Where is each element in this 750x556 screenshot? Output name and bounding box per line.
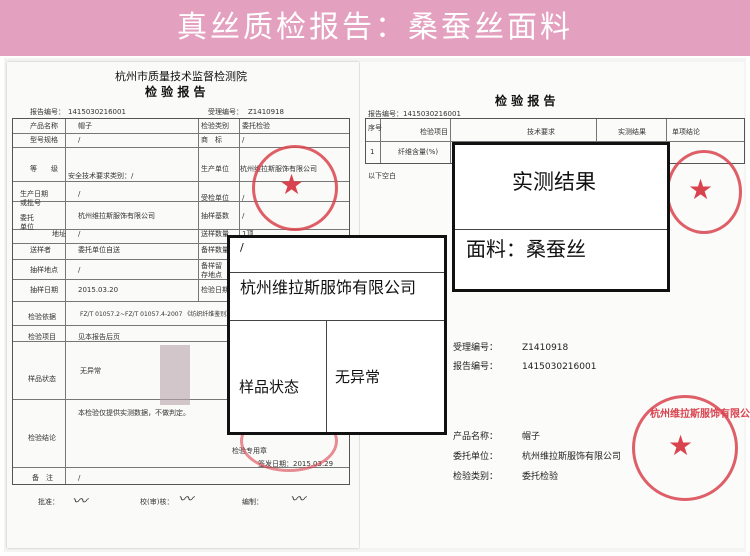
items-value: 见本报告后页 bbox=[78, 333, 120, 341]
seal-text: 杭州维拉斯服饰有限公司 bbox=[650, 409, 750, 420]
accept-value-right: Z1410918 bbox=[522, 343, 569, 353]
approve-label: 批准： bbox=[38, 498, 59, 506]
row-value-client: 杭州维拉斯服饰有限公司 bbox=[78, 212, 155, 220]
row-label-sampling-place: 抽样地点 bbox=[30, 266, 58, 274]
accept-no-label: 受理编号： bbox=[208, 108, 243, 116]
category-value: 委托检验 bbox=[522, 472, 559, 482]
callout-fabric: 面料：桑蚕丝 bbox=[466, 237, 586, 261]
report-no-value: 1415030216001 bbox=[68, 108, 126, 116]
report-value-right: 1415030216001 bbox=[522, 362, 597, 372]
fabric-sample-swatch bbox=[160, 345, 190, 405]
col-item: 检验项目 bbox=[420, 128, 448, 136]
row-value-address: / bbox=[78, 230, 81, 238]
row-label-client: 委托单位 bbox=[20, 214, 34, 231]
row-label-grade: 等 级 bbox=[30, 165, 58, 173]
row-label-product: 产品名称 bbox=[30, 122, 58, 130]
row-label-sample-qty: 送样数量 bbox=[201, 230, 229, 238]
basis-label: 检验依据 bbox=[28, 313, 56, 321]
product-label: 产品名称： bbox=[453, 432, 499, 442]
row-value-grade: 安全技术要求类别：/ bbox=[68, 172, 134, 180]
accept-no-value: Z1410918 bbox=[248, 108, 284, 116]
client-label: 委托单位： bbox=[453, 452, 499, 462]
compile-signature: 〰 bbox=[290, 490, 306, 508]
row-label-reserve-qty: 备样数量 bbox=[201, 246, 229, 254]
seal-star-icon: ★ bbox=[279, 168, 305, 201]
remark-value: / bbox=[78, 474, 81, 482]
items-label: 检验项目 bbox=[28, 333, 56, 341]
left-report-title: 检 验 报 告 bbox=[145, 85, 206, 99]
row-value-brand: / bbox=[242, 136, 245, 144]
basis-value: FZ/T 01057.2~FZ/T 01057.4-2007 《纺织纤维鉴别》 bbox=[80, 311, 233, 318]
row-label-brand: 商 标 bbox=[201, 136, 222, 144]
row-value-product: 帽子 bbox=[78, 122, 92, 130]
row-value-inspected: / bbox=[242, 194, 245, 202]
row-label-model: 型号规格 bbox=[30, 136, 58, 144]
row-value-category: 委托检验 bbox=[242, 122, 270, 130]
row-value-batch: / bbox=[78, 190, 81, 198]
row-label-sampling-date: 抽样日期 bbox=[30, 286, 58, 294]
conclusion-value: 本检验仅提供实测数据，不做判定。 bbox=[78, 409, 190, 417]
seal-star-icon: ★ bbox=[668, 429, 694, 462]
row-value-model: / bbox=[78, 136, 81, 144]
institute-name: 杭州市质量技术监督检测院 bbox=[115, 70, 247, 83]
col-conclusion: 单项结论 bbox=[672, 128, 700, 136]
row-value-sampling-date: 2015.03.20 bbox=[78, 286, 119, 294]
row-label-category: 检验类别 bbox=[201, 122, 229, 130]
row-value-sampling-place: / bbox=[78, 266, 81, 274]
callout-result bbox=[452, 142, 670, 292]
compile-label: 编制： bbox=[242, 498, 263, 506]
below-blank: 以下空白 bbox=[368, 172, 396, 180]
conclusion-label: 检验结论 bbox=[28, 434, 56, 442]
callout-slash: / bbox=[240, 241, 244, 254]
row-label-batch: 生产日期或批号 bbox=[20, 190, 48, 207]
callout-company: 杭州维拉斯服饰有限公司 bbox=[240, 278, 417, 297]
right-report-title: 检 验 报 告 bbox=[495, 94, 556, 108]
client-value: 杭州维拉斯服饰有限公司 bbox=[522, 452, 622, 462]
row-value-sender: 委托单位自送 bbox=[78, 246, 120, 254]
row-label-producer: 生产单位 bbox=[201, 165, 229, 173]
report-label-right: 报告编号： bbox=[453, 362, 499, 372]
row-value-sampling-base: / bbox=[242, 212, 245, 220]
category-label: 检验类别： bbox=[453, 472, 499, 482]
approve-signature: 〰 bbox=[72, 492, 88, 510]
report-no-label: 报告编号： bbox=[30, 108, 65, 116]
col-result: 实测结果 bbox=[618, 128, 646, 136]
banner-title: 真丝质检报告：桑蚕丝面料 bbox=[177, 10, 573, 45]
callout-status-label: 样品状态 bbox=[239, 378, 300, 396]
row-label-inspected: 受检单位 bbox=[201, 194, 229, 202]
callout-result-heading: 实测结果 bbox=[512, 170, 596, 194]
review-signature: 〰 bbox=[178, 490, 194, 508]
callout-status-value: 无异常 bbox=[335, 368, 381, 386]
seal-star-icon: ★ bbox=[688, 173, 714, 206]
product-value: 帽子 bbox=[522, 432, 541, 442]
callout-sample bbox=[227, 235, 447, 435]
row-label-address: 地址 bbox=[52, 230, 66, 238]
row-item: 纤维含量(%) bbox=[398, 148, 439, 156]
condition-value: 无异常 bbox=[80, 367, 101, 375]
row-seq: 1 bbox=[370, 148, 375, 156]
review-label: 校(审)核： bbox=[140, 498, 174, 506]
row-label-reserve-place: 备样留存地点 bbox=[201, 262, 222, 279]
col-seq: 序号 bbox=[368, 124, 382, 132]
row-label-sampling-base: 抽样基数 bbox=[201, 212, 229, 220]
row-label-sender: 送样者 bbox=[30, 246, 51, 254]
row-label-inspect-date: 检验日期 bbox=[201, 286, 229, 294]
col-requirement: 技术要求 bbox=[527, 128, 555, 136]
accept-label-right: 受理编号： bbox=[453, 343, 499, 353]
remark-label: 备 注 bbox=[32, 474, 53, 482]
condition-label: 样品状态 bbox=[28, 375, 56, 383]
